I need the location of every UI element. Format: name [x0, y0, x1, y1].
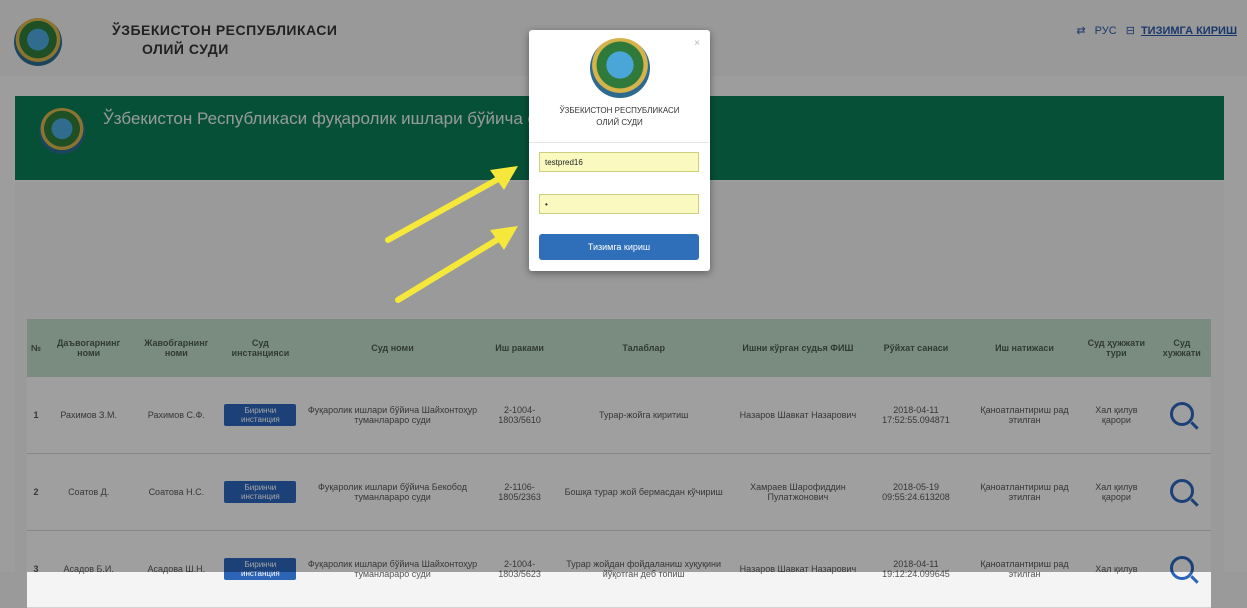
arrow-to-password	[395, 226, 518, 303]
modal-title-line-2: ОЛИЙ СУДИ	[596, 118, 643, 127]
close-icon[interactable]: ×	[694, 38, 700, 49]
modal-emblem-icon	[590, 38, 650, 98]
login-modal: × ЎЗБЕКИСТОН РЕСПУБЛИКАСИ ОЛИЙ СУДИ Тизи…	[529, 30, 710, 271]
username-input[interactable]	[539, 152, 699, 172]
modal-title-line-1: ЎЗБЕКИСТОН РЕСПУБЛИКАСИ	[559, 106, 680, 115]
password-input[interactable]	[539, 194, 699, 214]
login-submit-button[interactable]: Тизимга кириш	[539, 234, 699, 260]
modal-divider	[529, 142, 710, 143]
